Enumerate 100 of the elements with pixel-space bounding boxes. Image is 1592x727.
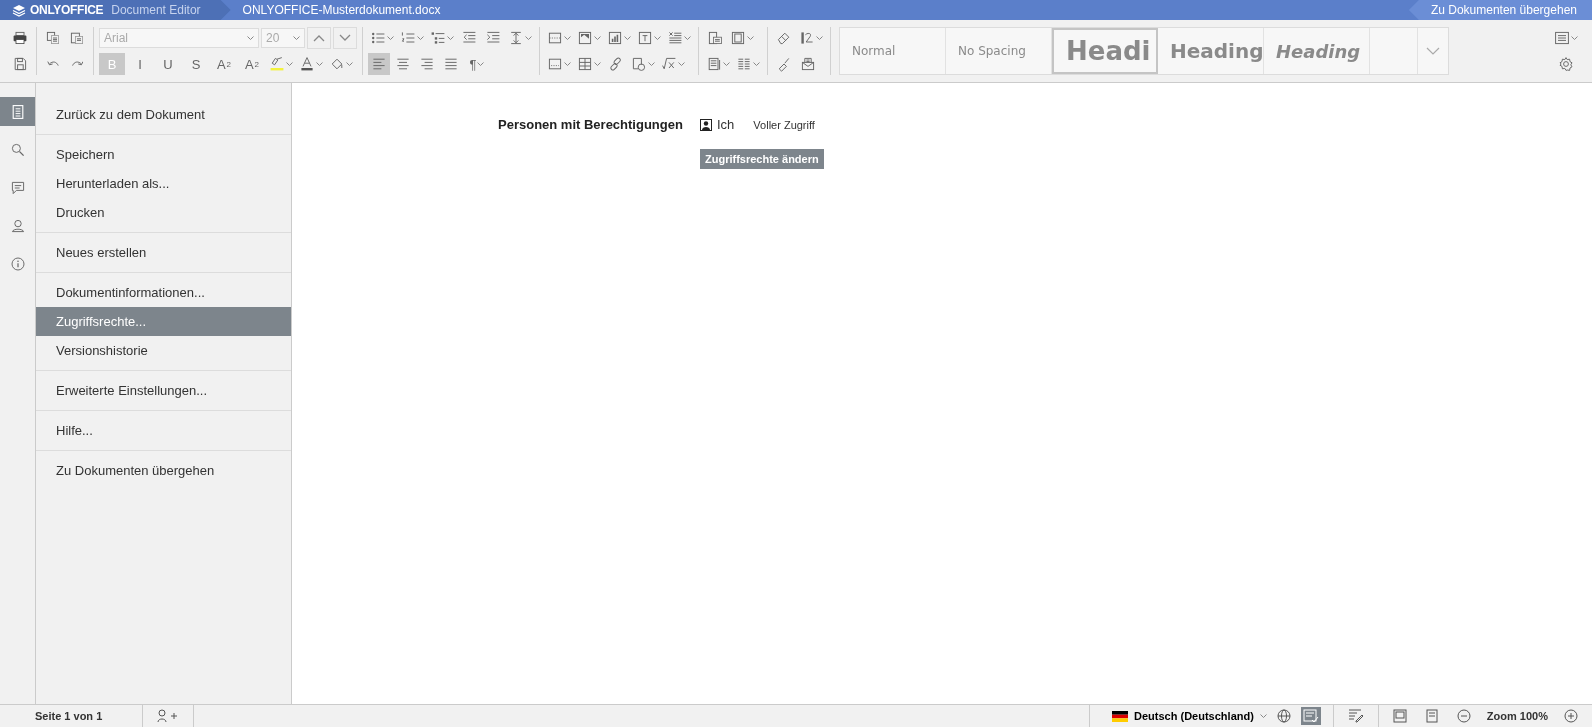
- spellcheck-icon: [1302, 709, 1319, 723]
- menu-item[interactable]: Herunterladen als...: [36, 169, 291, 198]
- layers-logo-icon: [12, 3, 26, 17]
- info-icon: [9, 255, 26, 272]
- caret-icon: [447, 35, 454, 41]
- caret-icon: [564, 61, 571, 67]
- paste-icon: [69, 30, 85, 46]
- change-access-rights-button[interactable]: Zugriffsrechte ändern: [700, 149, 824, 169]
- menu-item[interactable]: Dokumentinformationen...: [36, 278, 291, 307]
- caret-icon: [678, 61, 685, 67]
- justify-icon: [443, 56, 459, 72]
- format-button[interactable]: I: [127, 53, 153, 75]
- settings-icon: [1558, 56, 1574, 72]
- bullet-list-icon: [370, 30, 386, 46]
- language-selector[interactable]: Deutsch (Deutschland): [1112, 710, 1267, 722]
- menu-item[interactable]: Neues erstellen: [36, 238, 291, 267]
- zoom-in-button[interactable]: [1562, 707, 1580, 725]
- caret-icon: [387, 35, 394, 41]
- format-button[interactable]: S: [183, 53, 209, 75]
- equation-icon: [661, 56, 677, 72]
- menu-item[interactable]: Drucken: [36, 198, 291, 227]
- caret-icon: [594, 35, 601, 41]
- view-settings-icon: [1554, 30, 1570, 46]
- page-orientation-icon: [706, 56, 722, 72]
- style-preset[interactable]: No Spacing: [946, 28, 1052, 74]
- fit-width-icon: [1424, 709, 1439, 723]
- paint-bucket-icon: [329, 56, 345, 72]
- zoom-out-button[interactable]: [1454, 707, 1473, 725]
- caret-icon: [293, 35, 300, 41]
- caret-icon: [1571, 35, 1578, 41]
- globe-icon: [1276, 709, 1291, 723]
- style-preset[interactable]: Heading: [1158, 28, 1264, 74]
- flag-icon: [1112, 710, 1129, 722]
- caret-icon: [316, 61, 323, 67]
- caret-icon: [624, 35, 631, 41]
- picture-icon: [577, 30, 593, 46]
- zoom-level: Zoom 100%: [1486, 710, 1548, 722]
- style-preset[interactable]: Normal: [840, 28, 946, 74]
- fit-page-button[interactable]: [1390, 707, 1409, 725]
- app-subtitle: Document Editor: [111, 3, 201, 17]
- chevron-up-icon: [313, 34, 325, 42]
- caret-icon: [247, 35, 254, 41]
- page-counter: Seite 1 von 1: [0, 705, 144, 727]
- menu-item[interactable]: Zurück zu dem Dokument: [36, 100, 291, 129]
- menu-item[interactable]: Erweiterte Einstellungen...: [36, 376, 291, 405]
- header-footer-icon: [707, 30, 723, 46]
- format-button[interactable]: U: [155, 53, 181, 75]
- format-button[interactable]: ¶: [464, 53, 490, 75]
- menu-item[interactable]: Zu Dokumenten übergehen: [36, 456, 291, 485]
- doc-language-button[interactable]: [1274, 707, 1293, 725]
- chevron-down-icon: [339, 34, 351, 42]
- person-plus-icon: [157, 709, 180, 723]
- multilevel-list-icon: [430, 30, 446, 46]
- undo-arrow-icon: [46, 60, 60, 68]
- format-button[interactable]: A$^{2}$: [211, 53, 237, 75]
- caret-icon: [684, 35, 691, 41]
- brush-icon: [776, 56, 792, 72]
- search-icon: [9, 141, 26, 158]
- zoom-in-icon: [1564, 709, 1578, 723]
- go-to-documents-link[interactable]: Zu Dokumenten übergehen: [1408, 0, 1592, 20]
- text-box-icon: [637, 30, 653, 46]
- caret-icon: [1259, 713, 1267, 719]
- highlighter-icon: [269, 56, 285, 72]
- spellcheck-button[interactable]: [1300, 707, 1321, 725]
- caret-icon: [477, 61, 485, 67]
- section-break-icon: [547, 56, 563, 72]
- app-name: ONLYOFFICE: [30, 3, 104, 17]
- document-title: ONLYOFFICE-Musterdokument.docx: [242, 3, 441, 17]
- caret-icon: [286, 61, 293, 67]
- fit-page-icon: [1392, 709, 1407, 723]
- redo-arrow-icon: [70, 60, 84, 68]
- person-icon: [9, 217, 26, 234]
- edit-document-icon: [1347, 709, 1364, 723]
- menu-item[interactable]: Speichern: [36, 140, 291, 169]
- permissions-label: Personen mit Berechtigungen: [498, 117, 680, 132]
- page-margins-icon: [730, 30, 746, 46]
- person-icon: [700, 118, 712, 131]
- font-color-icon: [299, 56, 315, 72]
- style-preset[interactable]: Headi: [1052, 28, 1158, 74]
- caret-icon: [594, 61, 601, 67]
- caret-icon: [346, 61, 353, 67]
- printer-icon: [12, 30, 28, 46]
- speech-bubble-icon: [9, 179, 26, 196]
- caret-icon: [648, 61, 655, 67]
- caret-icon: [564, 35, 571, 41]
- align-left-button[interactable]: [368, 53, 390, 75]
- menu-item[interactable]: Zugriffsrechte...: [36, 307, 291, 336]
- menu-item[interactable]: Hilfe...: [36, 416, 291, 445]
- columns-icon: [736, 56, 752, 72]
- shapes-icon: [631, 56, 647, 72]
- color-scheme-icon: [799, 30, 815, 46]
- eraser-icon: [776, 30, 792, 46]
- style-preset[interactable]: Heading: [1264, 28, 1370, 74]
- bar-chart-icon: [607, 30, 623, 46]
- chain-link-icon: [608, 56, 624, 72]
- menu-item[interactable]: Versionshistorie: [36, 336, 291, 365]
- access-level: Voller Zugriff: [753, 118, 815, 131]
- drop-cap-icon: [667, 30, 683, 46]
- file-tab[interactable]: [0, 97, 35, 126]
- increase-indent-icon: [485, 30, 501, 46]
